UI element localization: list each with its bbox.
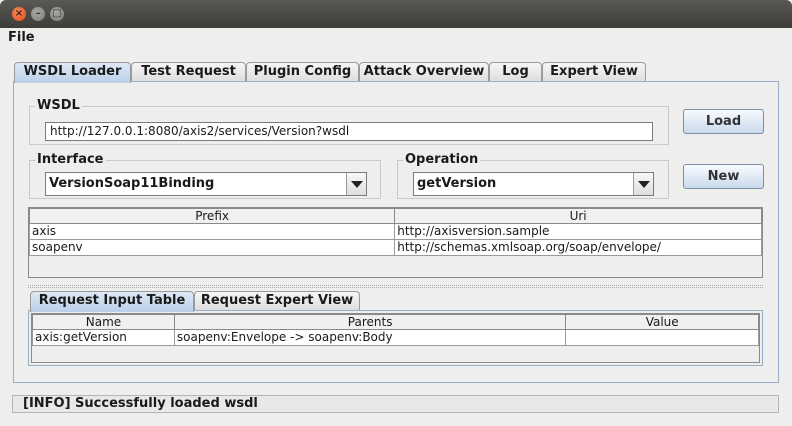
interface-select-value: VersionSoap11Binding xyxy=(49,176,215,191)
tab-expert-view[interactable]: Expert View xyxy=(542,62,646,82)
table-cell-prefix[interactable]: soapenv xyxy=(29,239,396,256)
status-text: [INFO] Successfully loaded wsdl xyxy=(23,396,258,411)
column-header-uri[interactable]: Uri xyxy=(394,208,762,224)
wsdl-url-input[interactable]: http://127.0.0.1:8080/axis2/services/Ver… xyxy=(45,122,653,141)
window-titlebar: × – □ xyxy=(0,0,792,28)
namespace-table: Prefix Uri axis http://axisversion.sampl… xyxy=(29,208,762,256)
request-input-table: Name Parents Value axis:getVersion soape… xyxy=(32,314,759,346)
load-button[interactable]: Load xyxy=(683,109,764,134)
operation-select-value: getVersion xyxy=(417,176,497,191)
tab-wsdl-loader[interactable]: WSDL Loader xyxy=(14,62,131,83)
operation-group: Operation getVersion xyxy=(397,152,669,199)
request-table-container[interactable]: Name Parents Value axis:getVersion soape… xyxy=(31,313,760,363)
status-bar: [INFO] Successfully loaded wsdl xyxy=(12,395,779,413)
table-cell-value[interactable] xyxy=(565,329,759,346)
column-header-prefix[interactable]: Prefix xyxy=(29,208,396,224)
table-row[interactable]: soapenv http://schemas.xmlsoap.org/soap/… xyxy=(29,239,762,256)
column-header-parents[interactable]: Parents xyxy=(173,314,567,330)
table-cell-uri[interactable]: http://axisversion.sample xyxy=(394,223,762,240)
tab-log[interactable]: Log xyxy=(489,62,542,82)
namespace-table-container[interactable]: Prefix Uri axis http://axisversion.sampl… xyxy=(28,207,763,278)
wsdl-group: WSDL http://127.0.0.1:8080/axis2/service… xyxy=(29,98,669,145)
column-header-value[interactable]: Value xyxy=(565,314,759,330)
column-header-name[interactable]: Name xyxy=(32,314,175,330)
operation-select[interactable]: getVersion xyxy=(413,172,654,196)
tab-request-expert-view[interactable]: Request Expert View xyxy=(194,291,360,311)
tab-request-input-table[interactable]: Request Input Table xyxy=(30,291,194,312)
interface-label: Interface xyxy=(35,152,106,167)
wsdl-loader-panel: WSDL http://127.0.0.1:8080/axis2/service… xyxy=(13,81,779,383)
tab-test-request[interactable]: Test Request xyxy=(131,62,246,82)
chevron-down-icon[interactable] xyxy=(346,173,366,195)
tab-plugin-config[interactable]: Plugin Config xyxy=(246,62,359,82)
request-tabbar: Request Input Table Request Expert View xyxy=(30,291,763,312)
table-row[interactable]: axis:getVersion soapenv:Envelope -> soap… xyxy=(32,329,759,346)
window-close-button[interactable]: × xyxy=(12,7,26,21)
table-cell-parents[interactable]: soapenv:Envelope -> soapenv:Body xyxy=(173,329,567,346)
wsdl-group-label: WSDL xyxy=(35,98,82,113)
table-cell-uri[interactable]: http://schemas.xmlsoap.org/soap/envelope… xyxy=(394,239,762,256)
interface-select[interactable]: VersionSoap11Binding xyxy=(45,172,367,196)
menubar: File xyxy=(0,28,792,50)
window-minimize-button[interactable]: – xyxy=(31,7,45,21)
request-panel: Name Parents Value axis:getVersion soape… xyxy=(28,310,763,366)
table-cell-prefix[interactable]: axis xyxy=(29,223,396,240)
interface-group: Interface VersionSoap11Binding xyxy=(29,152,381,199)
tab-attack-overview[interactable]: Attack Overview xyxy=(359,62,489,82)
new-button[interactable]: New xyxy=(683,164,764,189)
table-cell-name[interactable]: axis:getVersion xyxy=(32,329,175,346)
chevron-down-icon[interactable] xyxy=(633,173,653,195)
table-row[interactable]: axis http://axisversion.sample xyxy=(29,223,762,240)
menu-file[interactable]: File xyxy=(8,30,35,45)
operation-label: Operation xyxy=(403,152,481,167)
split-divider[interactable] xyxy=(28,285,763,288)
window-maximize-button[interactable]: □ xyxy=(50,7,64,21)
